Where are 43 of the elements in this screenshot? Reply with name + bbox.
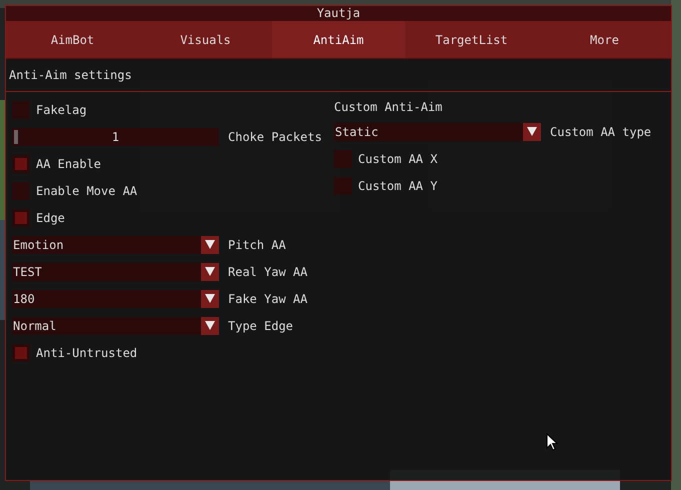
control-label: Type Edge — [228, 318, 294, 334]
control-label: Enable Move AA — [36, 182, 138, 200]
slider-value: 1 — [112, 128, 120, 146]
tab[interactable]: More — [538, 21, 671, 58]
dropdown-value: Emotion — [12, 236, 64, 254]
tab[interactable]: TargetList — [405, 21, 538, 58]
slider-thumb[interactable] — [14, 130, 18, 144]
tab[interactable]: Visuals — [139, 21, 272, 58]
control-label: Custom AA Y — [358, 178, 438, 194]
dropdown[interactable]: TEST — [12, 262, 219, 280]
control-label: Choke Packets — [228, 128, 322, 146]
control-label: Fake Yaw AA — [228, 290, 308, 308]
dropdown[interactable]: 180 — [12, 290, 219, 308]
dropdown-value: TEST — [12, 264, 42, 280]
control-label: Pitch AA — [228, 236, 286, 254]
window-title: Yautja — [6, 6, 671, 21]
tab[interactable]: AntiAim — [272, 21, 405, 58]
dropdown-arrow-icon — [205, 240, 215, 249]
dropdown-arrow-icon — [205, 294, 215, 303]
dropdown-value: 180 — [12, 290, 35, 308]
dropdown-value: Normal — [12, 318, 56, 334]
control-label: Custom AA type — [550, 124, 652, 140]
dropdown[interactable]: Normal — [12, 316, 219, 334]
dropdown-arrow-icon — [527, 127, 537, 136]
dropdown-arrow-icon — [205, 267, 215, 276]
dropdown[interactable]: Static — [334, 122, 541, 140]
control-label: Anti-Untrusted — [36, 344, 138, 362]
control-label: Real Yaw AA — [228, 264, 308, 280]
checkbox[interactable] — [12, 344, 30, 362]
control-label: Edge — [36, 210, 65, 226]
checkbox[interactable] — [12, 154, 30, 172]
cursor-icon — [546, 433, 558, 451]
dropdown[interactable]: Emotion — [12, 236, 219, 254]
group-title: Custom Anti-Aim — [334, 99, 444, 116]
control-label: Custom AA X — [358, 150, 438, 168]
dropdown-value: Static — [334, 124, 378, 140]
dropdown-arrow-icon — [205, 321, 215, 330]
slider[interactable]: 1 — [12, 128, 219, 146]
control-label: Fakelag — [36, 102, 87, 118]
control-label: AA Enable — [36, 156, 102, 172]
checkbox[interactable] — [12, 208, 30, 226]
section-title: Anti-Aim settings — [9, 67, 132, 84]
tab[interactable]: AimBot — [6, 21, 139, 58]
